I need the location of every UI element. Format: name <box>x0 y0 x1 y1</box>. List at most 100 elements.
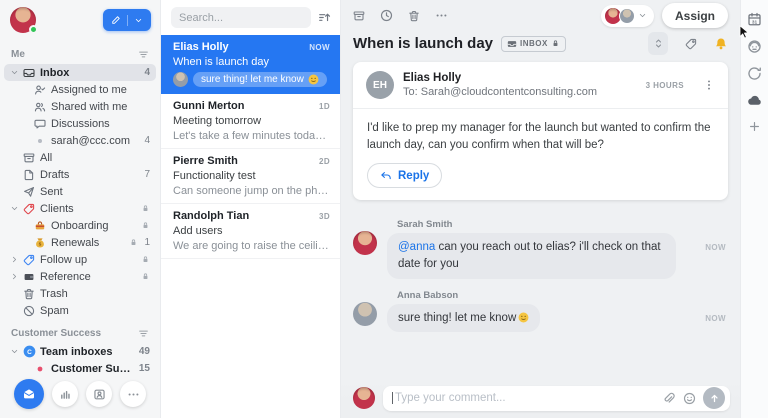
email-sender: Elias Holly <box>403 72 462 84</box>
snooze-clock-icon[interactable] <box>380 9 393 22</box>
sidebar-item-follow-up[interactable]: Follow up <box>4 251 156 268</box>
dot-icon <box>34 135 51 147</box>
analytics-button[interactable] <box>52 381 78 407</box>
send-button[interactable] <box>703 387 725 409</box>
more-icon[interactable] <box>435 9 448 22</box>
mail-icon <box>22 387 36 401</box>
conversation-nav-stepper[interactable] <box>648 32 668 55</box>
section-header-label: Customer Success <box>11 328 102 339</box>
thread-item-gunni-merton[interactable]: Gunni Merton 1D Meeting tomorrow Let's take… <box>161 94 340 149</box>
thread-list: Elias Holly NOW When is launch day sure thi… <box>161 35 340 259</box>
sort-icon[interactable] <box>318 11 331 24</box>
thread-item-randolph-tian[interactable]: Randolph Tian 3D Add users We are going to … <box>161 204 340 259</box>
thread-preview: Let's take a few minutes today to ... <box>173 130 330 142</box>
thread-item-pierre-smith[interactable]: Pierre Smith 2D Functionality test Can some… <box>161 149 340 204</box>
sidebar-item-sent[interactable]: Sent <box>4 183 156 200</box>
trash-icon[interactable] <box>408 10 420 22</box>
compose-button[interactable] <box>103 9 151 31</box>
archive-icon[interactable] <box>353 10 365 22</box>
thread-preview: Can someone jump on the phone ... <box>173 185 330 197</box>
sidebar-item-drafts[interactable]: Drafts 7 <box>4 166 156 183</box>
mention-link[interactable]: @anna <box>398 241 435 253</box>
more-apps-button[interactable] <box>120 381 146 407</box>
comment-composer: Type your comment... <box>341 382 740 418</box>
chevron-down-icon[interactable] <box>10 68 23 77</box>
sidebar-item-clients[interactable]: Clients <box>4 200 156 217</box>
chevron-right-icon[interactable] <box>10 272 23 281</box>
thread-item-elias-holly[interactable]: Elias Holly NOW When is launch day sure thi… <box>161 35 340 94</box>
sidebar-nav: Me Inbox 4 Assigned to me Shared with me Disc… <box>0 40 160 374</box>
comment-placeholder: Type your comment... <box>395 392 506 404</box>
chevron-down-icon[interactable] <box>10 347 23 356</box>
sidebar-item-label: Assigned to me <box>51 83 127 96</box>
calendar-icon[interactable]: 31 <box>747 12 762 27</box>
contacts-button[interactable] <box>86 381 112 407</box>
sidebar-item-customer-success[interactable]: Customer Success 15 <box>4 360 156 374</box>
sidebar-item-sarah-ccc-com[interactable]: sarah@ccc.com 4 <box>4 132 156 149</box>
sidebar-item-all[interactable]: All <box>4 149 156 166</box>
comment-anna-babson: Anna Babson sure thing! let me know NOW <box>353 286 728 340</box>
sidebar-item-label: Customer Success <box>51 362 133 375</box>
user-avatar[interactable] <box>10 7 38 34</box>
sidebar-item-label: Discussions <box>51 117 110 130</box>
cloud-icon[interactable] <box>747 93 762 108</box>
sidebar-item-assigned-to-me[interactable]: Assigned to me <box>4 81 156 98</box>
conversation-panel: Assign When is launch day INBOX EH Elias… <box>340 0 740 418</box>
sidebar-item-onboarding[interactable]: Onboarding <box>4 217 156 234</box>
slightly-smiling-face-emoji <box>518 312 529 323</box>
thread-chat-preview: sure thing! let me know <box>173 72 330 87</box>
lock-icon <box>129 238 138 247</box>
archive-icon <box>23 152 40 164</box>
contact-card-icon <box>93 388 106 401</box>
assignees-pill[interactable] <box>600 4 654 27</box>
search-row <box>161 0 340 35</box>
document-icon <box>23 169 40 181</box>
comment-avatar <box>353 231 377 256</box>
add-integration-icon[interactable] <box>748 120 761 133</box>
mascot-icon[interactable] <box>747 39 762 54</box>
thread-subject: Functionality test <box>173 170 256 182</box>
unread-count: 4 <box>144 135 150 146</box>
comment-bubble: sure thing! let me know <box>387 303 541 333</box>
avatar <box>173 72 188 87</box>
sidebar-item-inbox[interactable]: Inbox 4 <box>4 64 156 81</box>
sidebar-item-label: Reference <box>40 270 91 283</box>
svg-text:C: C <box>27 349 32 356</box>
person-check-icon <box>34 84 51 96</box>
filter-icon[interactable] <box>138 49 149 60</box>
email-body: I'd like to prep my manager for the laun… <box>353 108 728 161</box>
presence-dot <box>29 25 38 34</box>
dot-pink-icon <box>34 363 51 375</box>
thread-subject: Meeting tomorrow <box>173 115 262 127</box>
sidebar-item-team-inboxes[interactable]: C Team inboxes 49 <box>4 343 156 360</box>
kebab-menu-icon[interactable] <box>703 79 715 91</box>
label-tag-icon[interactable] <box>685 38 697 50</box>
sidebar-item-trash[interactable]: Trash <box>4 285 156 302</box>
sidebar-item-renewals[interactable]: $ Renewals 1 <box>4 234 156 251</box>
sidebar-item-label: Drafts <box>40 168 70 181</box>
chevron-right-icon[interactable] <box>10 255 23 264</box>
chevron-down-icon <box>638 11 647 20</box>
section-header-label: Me <box>11 49 25 60</box>
attach-paperclip-icon[interactable] <box>662 392 675 405</box>
ellipsis-icon <box>127 388 140 401</box>
search-input[interactable] <box>171 7 311 28</box>
thread-time: 1D <box>318 102 330 111</box>
comment-input[interactable]: Type your comment... <box>383 385 730 411</box>
sidebar-item-spam[interactable]: Spam <box>4 302 156 319</box>
sidebar-item-reference[interactable]: Reference <box>4 268 156 285</box>
g-sync-icon[interactable] <box>747 66 762 81</box>
reply-button[interactable]: Reply <box>367 163 443 189</box>
sidebar-item-shared-with-me[interactable]: Shared with me <box>4 98 156 115</box>
notification-bell-icon[interactable] <box>714 37 728 51</box>
sidebar-item-discussions[interactable]: Discussions <box>4 115 156 132</box>
bar-chart-icon <box>59 388 72 401</box>
mail-nav-button[interactable] <box>14 379 44 409</box>
emoji-picker-icon[interactable] <box>683 392 696 405</box>
email-timestamp: 3 HOURS <box>645 80 684 90</box>
assign-button[interactable]: Assign <box>661 3 728 28</box>
thread-sender: Elias Holly <box>173 41 229 53</box>
filter-icon[interactable] <box>138 328 149 339</box>
chevron-down-icon[interactable] <box>134 16 143 25</box>
chevron-down-icon[interactable] <box>10 204 23 213</box>
